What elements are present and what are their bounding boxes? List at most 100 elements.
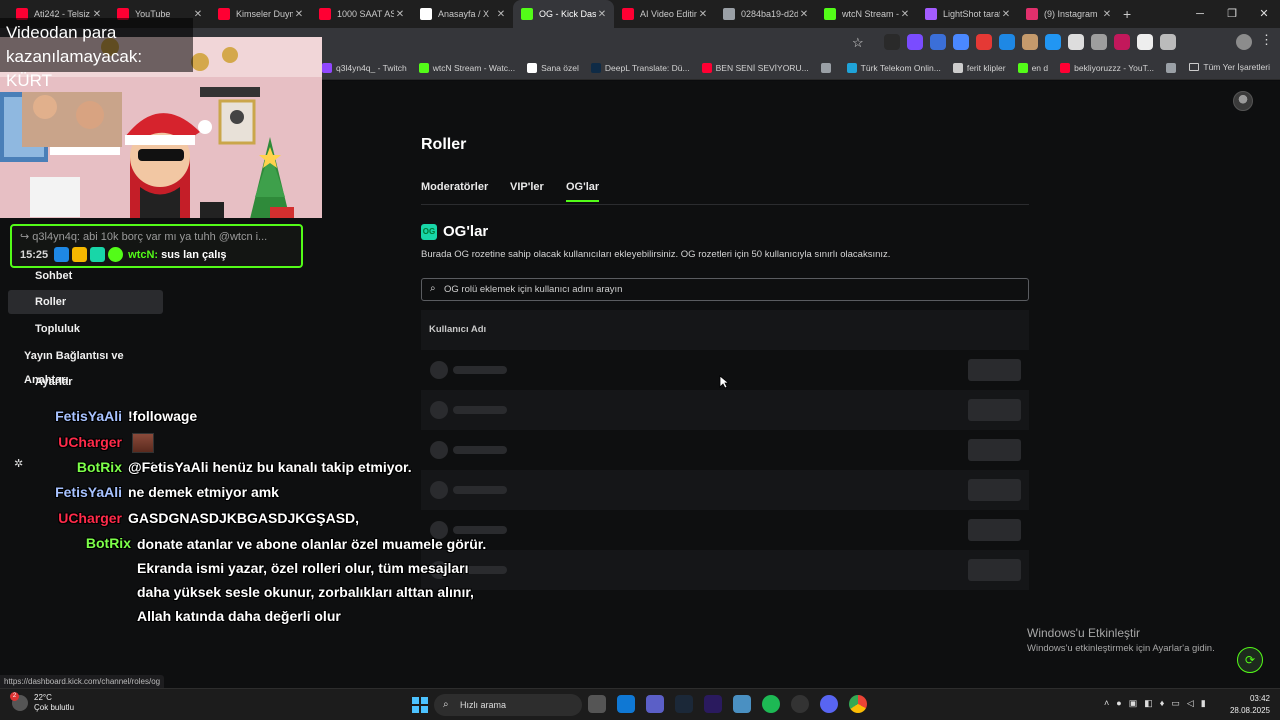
extension-icon[interactable] (999, 34, 1015, 50)
tab-label: LightShot taraf (943, 9, 1000, 19)
bookmark-item[interactable] (1165, 62, 1180, 73)
extension-icon[interactable] (907, 34, 923, 50)
table-row (421, 510, 1029, 550)
bookmark-item[interactable]: ferit klipler (952, 62, 1006, 73)
extension-icon[interactable] (976, 34, 992, 50)
browser-tab[interactable]: wtcN Stream - ✕ (816, 0, 917, 28)
teams-icon[interactable] (646, 695, 664, 713)
maximize-icon[interactable]: ❐ (1216, 0, 1248, 28)
extension-icon[interactable] (953, 34, 969, 50)
taskbar-clock[interactable]: 03:42 28.08.2025 (1230, 693, 1270, 717)
tab-favicon-icon (420, 8, 432, 20)
search-input[interactable] (444, 282, 1004, 297)
bookmark-item[interactable]: Türk Telekom Onlin... (846, 62, 941, 73)
new-tab-button[interactable]: + (1123, 6, 1143, 22)
tab-close-icon[interactable]: ✕ (1000, 9, 1012, 20)
steam-icon[interactable] (675, 695, 693, 713)
browser-tab[interactable]: 0284ba19-d2d ✕ (715, 0, 816, 28)
browser-tab[interactable]: Anasayfa / X ✕ (412, 0, 513, 28)
network-icon[interactable]: ▭ (1171, 698, 1180, 709)
extension-icon[interactable] (1045, 34, 1061, 50)
sidebar-item-sohbet[interactable]: Sohbet (8, 264, 163, 288)
tab-close-icon[interactable]: ✕ (1101, 9, 1113, 20)
extension-icon[interactable] (1022, 34, 1038, 50)
extensions-puzzle-icon[interactable] (1160, 34, 1176, 50)
bookmark-item[interactable]: DeepL Translate: Dü... (590, 62, 690, 73)
og-users-table: Kullanıcı Adı (421, 310, 1029, 590)
extension-icon[interactable] (1068, 34, 1084, 50)
sidebar-item-ayarlar[interactable]: Ayarlar (8, 370, 163, 394)
bookmark-star-icon[interactable]: ☆ (852, 35, 864, 51)
tab-close-icon[interactable]: ✕ (192, 9, 204, 20)
bookmark-favicon-icon (590, 62, 601, 73)
obs-icon[interactable] (791, 695, 809, 713)
task-view-icon[interactable] (588, 695, 606, 713)
bookmark-item[interactable]: BEN SENİ SEVİYORU... (701, 62, 809, 73)
tab-close-icon[interactable]: ✕ (899, 9, 911, 20)
browser-tab[interactable]: OG - Kick Dashboard✕ (513, 0, 614, 28)
tab-close-icon[interactable]: ✕ (293, 9, 305, 20)
bookmark-favicon-icon (701, 62, 712, 73)
tab-close-icon[interactable]: ✕ (495, 9, 507, 20)
watermark-title: Windows'u Etkinleştir (1027, 626, 1140, 640)
browser-tab[interactable]: AI Video Editing✕ (614, 0, 715, 28)
close-window-icon[interactable]: ✕ (1248, 0, 1280, 28)
sidebar-item-stream-key[interactable]: Yayın Bağlantısı ve Anahtarı (8, 344, 163, 386)
extension-icon[interactable] (1137, 34, 1153, 50)
volume-icon[interactable]: ◁ (1187, 698, 1194, 709)
extension-icon[interactable] (1114, 34, 1130, 50)
spotify-icon[interactable] (762, 695, 780, 713)
tab-close-icon[interactable]: ✕ (798, 9, 810, 20)
tab-label: Anasayfa / X (438, 9, 490, 19)
windows-start-icon[interactable] (412, 697, 428, 713)
tab-close-icon[interactable]: ✕ (596, 9, 608, 20)
chrome-icon[interactable] (849, 695, 867, 713)
microphone-icon[interactable]: ♦ (1160, 698, 1165, 709)
discord-icon[interactable] (820, 695, 838, 713)
table-row (421, 470, 1029, 510)
all-bookmarks[interactable]: Tüm Yer İşaretleri (1189, 62, 1270, 72)
bookmark-item[interactable]: Sana özel (527, 62, 579, 73)
tab-close-icon[interactable]: ✕ (697, 9, 709, 20)
tab-ogs[interactable]: OG'lar (566, 181, 600, 202)
tray-app-icon[interactable]: ◧ (1144, 698, 1153, 709)
extension-icon[interactable] (930, 34, 946, 50)
chevron-up-icon[interactable]: ˄ (1104, 698, 1109, 709)
bookmark-item[interactable]: q3l4yn4q_ - Twitch (322, 62, 407, 73)
sidebar-item-roller[interactable]: Roller (8, 290, 163, 314)
skeleton-action-button (968, 359, 1021, 381)
settings-app-icon[interactable] (733, 695, 751, 713)
bookmark-list: q3l4yn4q_ - Twitch wtcN Stream - Watc... S… (322, 62, 1192, 73)
bookmark-item[interactable]: bekliyoruzzz - YouT... (1060, 62, 1154, 73)
outlook-icon[interactable] (617, 695, 635, 713)
tab-vips[interactable]: VIP'ler (510, 181, 544, 193)
minimize-icon[interactable]: ─ (1184, 0, 1216, 28)
skeleton-avatar (430, 401, 448, 419)
kick-help-button[interactable]: ⟳ (1237, 647, 1263, 673)
taskbar-search[interactable]: ⌕ Hızlı arama (434, 694, 582, 716)
extension-icon[interactable] (884, 34, 900, 50)
bookmark-item[interactable] (820, 62, 835, 73)
weather-widget[interactable]: 2 22°C Çok bulutlu (10, 692, 74, 713)
bookmark-item[interactable]: en d (1017, 62, 1048, 73)
tab-moderators[interactable]: Moderatörler (421, 181, 488, 193)
bookmark-favicon-icon (846, 62, 857, 73)
tab-favicon-icon (319, 8, 331, 20)
crown-badge-icon (72, 247, 88, 262)
browser-menu-icon[interactable]: ⋮ (1260, 32, 1273, 48)
bookmark-item[interactable]: wtcN Stream - Watc... (418, 62, 515, 73)
battery-icon[interactable]: ▮ (1201, 698, 1206, 709)
sidebar-item-topluluk[interactable]: Topluluk (8, 317, 163, 341)
tab-close-icon[interactable]: ✕ (394, 9, 406, 20)
browser-tab[interactable]: 1000 SAAT ASCII✕ (311, 0, 412, 28)
browser-tab[interactable]: (9) Instagram ✕ (1018, 0, 1119, 28)
tray-app-icon[interactable]: ● (1116, 698, 1121, 709)
tray-app-icon[interactable]: ▣ (1129, 698, 1138, 709)
extension-icon[interactable] (1091, 34, 1107, 50)
browser-tab[interactable]: LightShot taraf ✕ (917, 0, 1018, 28)
browser-profile-avatar[interactable] (1236, 34, 1252, 50)
premiere-icon[interactable] (704, 695, 722, 713)
user-avatar[interactable] (1233, 91, 1253, 111)
tab-favicon-icon (824, 8, 836, 20)
browser-tab[interactable]: Kimseler Duymasın✕ (210, 0, 311, 28)
